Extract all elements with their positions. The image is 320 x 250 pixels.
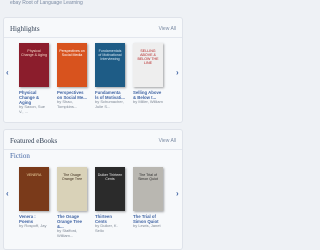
featured-panel: Featured eBooks View All Fiction ‹ VENER… xyxy=(3,129,183,250)
book-author: by Stafford, William... xyxy=(57,228,78,238)
featured-view-all-link[interactable]: View All xyxy=(159,138,176,144)
featured-book-1[interactable]: VENERA Venera : Poems by Rospoff, Jay xyxy=(19,167,49,229)
featured-book-3[interactable]: Duiker Thirteen Cents Thirteen Cents by … xyxy=(95,167,125,233)
right-background xyxy=(185,0,250,250)
book-cover[interactable]: Fundamentals of Motivational Interviewin… xyxy=(95,43,125,87)
highlights-book-1[interactable]: Physical Change & Aging Physical Change … xyxy=(19,43,49,114)
book-cover[interactable]: The Osage Orange Tree xyxy=(57,167,87,211)
book-cover[interactable]: The Trial of Simon Quiot xyxy=(133,167,163,211)
book-cover[interactable]: VENERA xyxy=(19,167,49,211)
book-cover[interactable]: Physical Change & Aging xyxy=(19,43,49,87)
highlights-header: Highlights View All xyxy=(4,18,182,38)
book-author: by Saxon, Sue V., ... xyxy=(19,104,46,114)
top-link[interactable]: ebay Root of Language Learning xyxy=(10,0,83,6)
highlights-prev-arrow-icon[interactable]: ‹ xyxy=(6,68,9,77)
book-author: by Lewis, Janet xyxy=(133,223,161,228)
featured-book-2[interactable]: The Osage Orange Tree The Osage Orange T… xyxy=(57,167,87,238)
highlights-panel: Highlights View All ‹ Physical Change & … xyxy=(3,17,183,123)
book-cover[interactable]: Duiker Thirteen Cents xyxy=(95,167,125,211)
highlights-book-2[interactable]: Perspectives on Social Media Perspective… xyxy=(57,43,87,109)
featured-next-arrow-icon[interactable]: › xyxy=(176,189,179,198)
highlights-book-3[interactable]: Fundamentals of Motivational Interviewin… xyxy=(95,43,125,109)
highlights-view-all-link[interactable]: View All xyxy=(159,26,176,32)
highlights-book-4[interactable]: SELLING ABOVE & BELOW THE LINE Selling A… xyxy=(133,43,163,105)
book-author: by Rospoff, Jay xyxy=(19,223,47,228)
book-cover[interactable]: Perspectives on Social Media xyxy=(57,43,87,87)
book-author: by Shao, Tompkins... xyxy=(57,99,78,109)
featured-header: Featured eBooks View All xyxy=(4,130,182,150)
book-cover[interactable]: SELLING ABOVE & BELOW THE LINE xyxy=(133,43,163,87)
book-author: by Schumacher, Julie S... xyxy=(95,99,124,109)
featured-prev-arrow-icon[interactable]: ‹ xyxy=(6,189,9,198)
book-title[interactable]: The Osage Orange Tree &... xyxy=(57,214,87,229)
book-author: by Duiker, K. Sello xyxy=(95,223,118,233)
featured-title: Featured eBooks xyxy=(10,137,58,145)
featured-book-4[interactable]: The Trial of Simon Quiot The Trial of Si… xyxy=(133,167,163,229)
highlights-title: Highlights xyxy=(10,25,40,33)
book-title[interactable]: Physical Change & Aging xyxy=(19,90,49,105)
highlights-next-arrow-icon[interactable]: › xyxy=(176,68,179,77)
book-author: by Miller, William xyxy=(133,99,163,104)
fiction-subhead: Fiction xyxy=(10,152,30,160)
